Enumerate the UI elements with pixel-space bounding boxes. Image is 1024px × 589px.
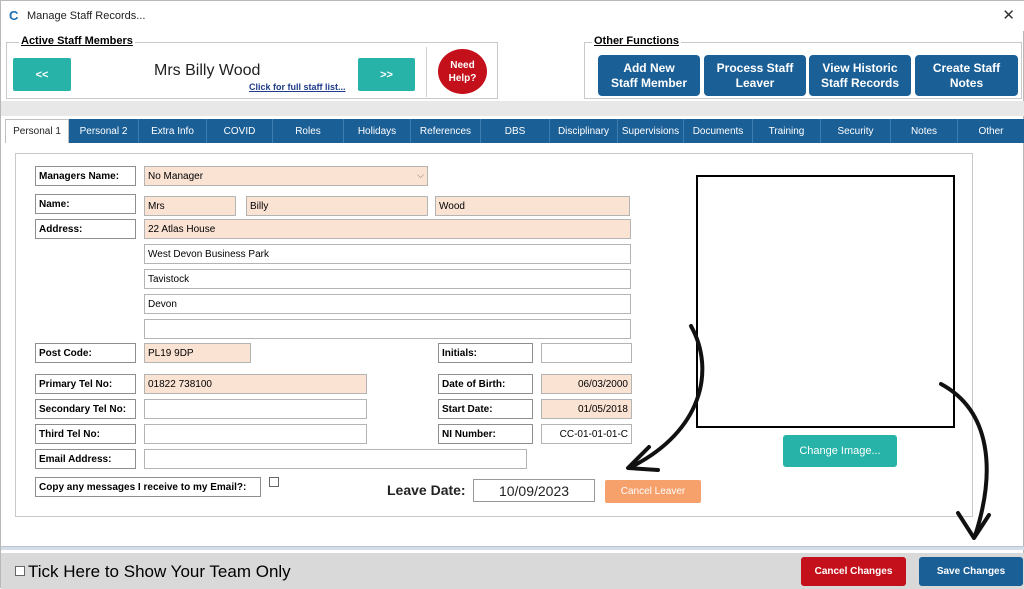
need-help-button[interactable]: Need Help?	[438, 49, 487, 94]
title-field[interactable]: Mrs	[144, 196, 236, 216]
cancel-leaver-button[interactable]: Cancel Leaver	[605, 480, 701, 503]
tab-training[interactable]: Training	[753, 119, 821, 143]
close-icon[interactable]: ✕	[1002, 6, 1015, 24]
add-new-staff-button[interactable]: Add New Staff Member	[598, 55, 700, 96]
post-code-label: Post Code:	[35, 343, 136, 363]
view-historic-records-button[interactable]: View Historic Staff Records	[809, 55, 911, 96]
date-of-birth-label: Date of Birth:	[438, 374, 533, 394]
tab-references[interactable]: References	[411, 119, 481, 143]
active-staff-label: Active Staff Members	[19, 35, 135, 47]
managers-name-select[interactable]: No Manager ⌵	[144, 166, 428, 186]
process-staff-leaver-button[interactable]: Process Staff Leaver	[704, 55, 806, 96]
tab-personal-1[interactable]: Personal 1	[5, 119, 69, 143]
name-label: Name:	[35, 194, 136, 214]
tab-disciplinary[interactable]: Disciplinary	[550, 119, 618, 143]
ni-number-label: NI Number:	[438, 424, 533, 444]
process-leaver-line1: Process Staff	[716, 60, 794, 75]
address-line-2-field[interactable]: West Devon Business Park	[144, 244, 631, 264]
managers-name-value: No Manager	[148, 170, 204, 182]
leave-date-field[interactable]: 10/09/2023	[473, 479, 595, 502]
start-date-label: Start Date:	[438, 399, 533, 419]
managers-name-label: Managers Name:	[35, 166, 136, 186]
window-title: Manage Staff Records...	[27, 10, 146, 22]
primary-tel-label: Primary Tel No:	[35, 374, 136, 394]
other-functions-label: Other Functions	[592, 35, 681, 47]
previous-staff-button[interactable]: <<	[13, 58, 71, 91]
address-line-3-field[interactable]: Tavistock	[144, 269, 631, 289]
address-label: Address:	[35, 219, 136, 239]
address-line-5-field[interactable]	[144, 319, 631, 339]
view-historic-line2: Staff Records	[820, 75, 900, 90]
current-staff-name: Mrs Billy Wood	[154, 62, 261, 79]
need-help-line1: Need	[450, 59, 475, 71]
last-name-field[interactable]: Wood	[435, 196, 630, 216]
create-staff-notes-button[interactable]: Create Staff Notes	[915, 55, 1018, 96]
tab-other[interactable]: Other	[958, 119, 1024, 143]
title-bar: C Manage Staff Records... ✕	[1, 1, 1024, 31]
save-changes-button[interactable]: Save Changes	[919, 557, 1023, 586]
address-line-4-field[interactable]: Devon	[144, 294, 631, 314]
address-line-1-field[interactable]: 22 Atlas House	[144, 219, 631, 239]
secondary-tel-field[interactable]	[144, 399, 367, 419]
cancel-changes-button[interactable]: Cancel Changes	[801, 557, 906, 586]
email-field[interactable]	[144, 449, 527, 469]
c-logo-icon: C	[9, 8, 19, 23]
leave-date-label: Leave Date:	[387, 482, 466, 498]
tab-holidays[interactable]: Holidays	[344, 119, 411, 143]
tab-supervisions[interactable]: Supervisions	[618, 119, 684, 143]
date-of-birth-field[interactable]: 06/03/2000	[541, 374, 632, 394]
tab-roles[interactable]: Roles	[273, 119, 344, 143]
ni-number-field[interactable]: CC-01-01-01-C	[541, 424, 632, 444]
need-help-line2: Help?	[448, 72, 477, 84]
change-image-button[interactable]: Change Image...	[783, 435, 897, 467]
create-notes-line2: Notes	[949, 75, 984, 90]
separator-bar	[1, 101, 1024, 116]
footer-divider	[1, 546, 1024, 550]
copy-messages-checkbox[interactable]	[269, 477, 279, 487]
create-notes-line1: Create Staff	[932, 60, 1001, 75]
primary-tel-field[interactable]: 01822 738100	[144, 374, 367, 394]
initials-field[interactable]	[541, 343, 632, 363]
first-name-field[interactable]: Billy	[246, 196, 428, 216]
tab-documents[interactable]: Documents	[684, 119, 753, 143]
team-only-checkbox[interactable]	[15, 566, 25, 576]
initials-label: Initials:	[438, 343, 533, 363]
copy-messages-label: Copy any messages I receive to my Email?…	[35, 477, 261, 497]
start-date-field[interactable]: 01/05/2018	[541, 399, 632, 419]
post-code-field[interactable]: PL19 9DP	[144, 343, 251, 363]
add-new-staff-line1: Add New	[623, 60, 675, 75]
tab-security[interactable]: Security	[821, 119, 891, 143]
full-staff-list-link[interactable]: Click for full staff list...	[249, 82, 346, 92]
secondary-tel-label: Secondary Tel No:	[35, 399, 136, 419]
chevron-down-icon[interactable]: ⌵	[417, 170, 424, 181]
tab-personal-2[interactable]: Personal 2	[69, 119, 139, 143]
third-tel-field[interactable]	[144, 424, 367, 444]
team-only-label: Tick Here to Show Your Team Only	[28, 562, 291, 581]
divider	[426, 47, 427, 97]
tab-extra-info[interactable]: Extra Info	[139, 119, 207, 143]
tab-covid[interactable]: COVID	[207, 119, 273, 143]
manage-staff-window: C Manage Staff Records... ✕ Active Staff…	[0, 0, 1024, 589]
tab-strip: Personal 1 Personal 2 Extra Info COVID R…	[5, 119, 1024, 143]
staff-photo	[696, 175, 955, 428]
add-new-staff-line2: Staff Member	[610, 75, 687, 90]
email-label: Email Address:	[35, 449, 136, 469]
next-staff-button[interactable]: >>	[358, 58, 415, 91]
tab-dbs[interactable]: DBS	[481, 119, 550, 143]
third-tel-label: Third Tel No:	[35, 424, 136, 444]
tab-notes[interactable]: Notes	[891, 119, 958, 143]
view-historic-line1: View Historic	[822, 60, 898, 75]
process-leaver-line2: Leaver	[735, 75, 775, 90]
